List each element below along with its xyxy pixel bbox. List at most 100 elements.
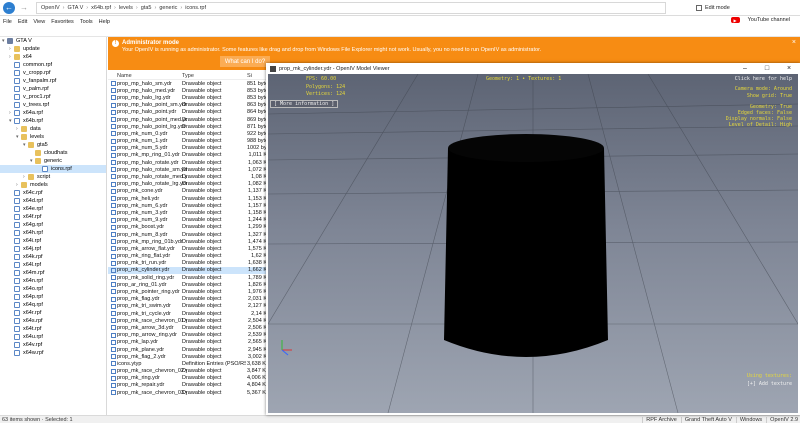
tree-item[interactable]: v_proc1.rpf <box>0 93 106 101</box>
file-type: Drawable object <box>182 202 222 209</box>
file-type: Drawable object <box>182 382 222 389</box>
file-type: Drawable object <box>182 310 222 317</box>
tree-item[interactable]: icons.rpf <box>0 165 106 173</box>
tree-item[interactable]: x64u.rpf <box>0 333 106 341</box>
chevron-right-icon: › <box>180 4 183 11</box>
breadcrumb-item[interactable]: icons.rpf <box>185 5 206 11</box>
menu-tools[interactable]: Tools <box>80 19 93 25</box>
lod-toggle[interactable]: Level of Detail: High <box>726 122 792 128</box>
tree-item[interactable]: ▾ x64b.rpf <box>0 117 106 125</box>
show-grid-toggle[interactable]: Show grid: True <box>747 93 792 99</box>
tree-item[interactable]: x64f.rpf <box>0 213 106 221</box>
file-type: Drawable object <box>182 217 222 224</box>
tree-item[interactable]: ▾ gta5 <box>0 141 106 149</box>
tree-item[interactable]: ▾ levels <box>0 133 106 141</box>
file-name: prop_mk_arrow_3d.ydr <box>117 324 174 331</box>
file-type: Drawable object <box>182 339 222 346</box>
tree-item[interactable]: › data <box>0 125 106 133</box>
folder-icon <box>14 46 20 52</box>
file-name: prop_mk_lap.ydr <box>117 339 158 346</box>
tree-item[interactable]: x64d.rpf <box>0 197 106 205</box>
tree-item[interactable]: x64j.rpf <box>0 245 106 253</box>
tree-item[interactable]: x64i.rpf <box>0 237 106 245</box>
tree-item[interactable]: › update <box>0 45 106 53</box>
tree-item[interactable]: › script <box>0 173 106 181</box>
file-name: prop_mp_halo_med.ydr <box>117 87 176 94</box>
tree-item[interactable]: v_cropp.rpf <box>0 69 106 77</box>
tree-item[interactable]: cloudhats <box>0 149 106 157</box>
tree-item[interactable]: v_palm.rpf <box>0 85 106 93</box>
menu-favorites[interactable]: Favorites <box>51 19 74 25</box>
tree-item[interactable]: x64q.rpf <box>0 301 106 309</box>
breadcrumb-item[interactable]: GTA V <box>68 5 84 11</box>
camera-mode-toggle[interactable]: Camera mode: Around <box>735 86 792 92</box>
tree-item[interactable]: x64k.rpf <box>0 253 106 261</box>
menu-help[interactable]: Help <box>99 19 110 25</box>
back-button[interactable]: ← <box>3 1 15 14</box>
close-icon[interactable]: × <box>792 39 796 46</box>
tree-item[interactable]: x64w.rpf <box>0 349 106 357</box>
breadcrumb-item[interactable]: OpenIV <box>41 5 60 11</box>
tree-item[interactable]: x64g.rpf <box>0 221 106 229</box>
tree-item[interactable]: v_fanpalm.rpf <box>0 77 106 85</box>
forward-button[interactable]: → <box>18 2 30 14</box>
viewport[interactable]: FPS: 60.00 Polygons: 124 Vertices: 124 G… <box>268 74 798 413</box>
tree-item[interactable]: x64e.rpf <box>0 205 106 213</box>
menu-file[interactable]: File <box>3 19 12 25</box>
tree-item[interactable]: x64v.rpf <box>0 341 106 349</box>
file-icon <box>14 310 20 316</box>
breadcrumb-item[interactable]: x64b.rpf <box>91 5 111 11</box>
tree-item[interactable]: x64p.rpf <box>0 293 106 301</box>
file-size: 853 byte <box>247 87 267 94</box>
column-size[interactable]: Si <box>247 73 267 79</box>
tree-item[interactable]: common.rpf <box>0 61 106 69</box>
tree-item[interactable]: › x64 <box>0 53 106 61</box>
tree-item[interactable]: x64t.rpf <box>0 325 106 333</box>
file-icon <box>111 88 116 94</box>
column-name[interactable]: Name <box>117 73 187 79</box>
cylinder-model <box>444 137 608 357</box>
more-information-button[interactable]: [ More information ] <box>270 100 339 108</box>
menu-edit[interactable]: Edit <box>18 19 27 25</box>
tree-item[interactable]: x64n.rpf <box>0 277 106 285</box>
menu-view[interactable]: View <box>33 19 45 25</box>
help-link[interactable]: Click here for help <box>735 76 792 82</box>
tree-item[interactable]: x64s.rpf <box>0 317 106 325</box>
folder-tree[interactable]: ▾ GTA V › update › x64 common.rpf v_cropp.rpf v_… <box>0 37 107 415</box>
tree-item[interactable]: x64l.rpf <box>0 261 106 269</box>
tree-item[interactable]: ▾ generic <box>0 157 106 165</box>
file-name: prop_mk_num_0.ydr <box>117 130 168 137</box>
add-texture-button[interactable]: [+] Add texture <box>747 380 792 388</box>
tree-item[interactable]: x64m.rpf <box>0 269 106 277</box>
tree-item[interactable]: x64o.rpf <box>0 285 106 293</box>
file-type: Drawable object <box>182 138 222 145</box>
close-icon[interactable]: × <box>778 63 800 74</box>
breadcrumb[interactable]: OpenIV › GTA V › x64b.rpf › levels › gta5 › g… <box>36 1 666 14</box>
edit-mode-toggle[interactable]: Edit mode <box>696 4 730 11</box>
viewer-title-bar[interactable]: prop_mk_cylinder.ydr - OpenIV Model View… <box>266 63 800 74</box>
breadcrumb-item[interactable]: gta5 <box>141 5 152 11</box>
file-size: 3,847 KB <box>247 368 267 375</box>
file-icon <box>111 224 116 230</box>
file-icon <box>111 152 116 158</box>
tree-item[interactable]: › models <box>0 181 106 189</box>
tree-item[interactable]: x64h.rpf <box>0 229 106 237</box>
file-type: Drawable object <box>182 231 222 238</box>
breadcrumb-item[interactable]: levels <box>119 5 133 11</box>
breadcrumb-item[interactable]: generic <box>159 5 177 11</box>
tree-item[interactable]: ▾ GTA V <box>0 37 106 45</box>
file-size: 853 byte <box>247 94 267 101</box>
file-icon <box>111 109 116 115</box>
tree-item[interactable]: x64c.rpf <box>0 189 106 197</box>
file-name: prop_mp_arrow_ring.ydr <box>117 332 177 339</box>
tree-item[interactable]: x64r.rpf <box>0 309 106 317</box>
file-icon <box>111 303 116 309</box>
youtube-link[interactable]: ▶ YouTube channel <box>730 17 796 23</box>
what-can-i-do-button[interactable]: What can I do? <box>220 56 270 67</box>
tree-item[interactable]: › x64a.rpf <box>0 109 106 117</box>
tree-item[interactable]: v_trees.rpf <box>0 101 106 109</box>
maximize-icon[interactable]: □ <box>756 63 778 74</box>
column-type[interactable]: Type <box>182 73 246 79</box>
minimize-icon[interactable]: – <box>734 63 756 74</box>
file-icon <box>111 325 116 331</box>
